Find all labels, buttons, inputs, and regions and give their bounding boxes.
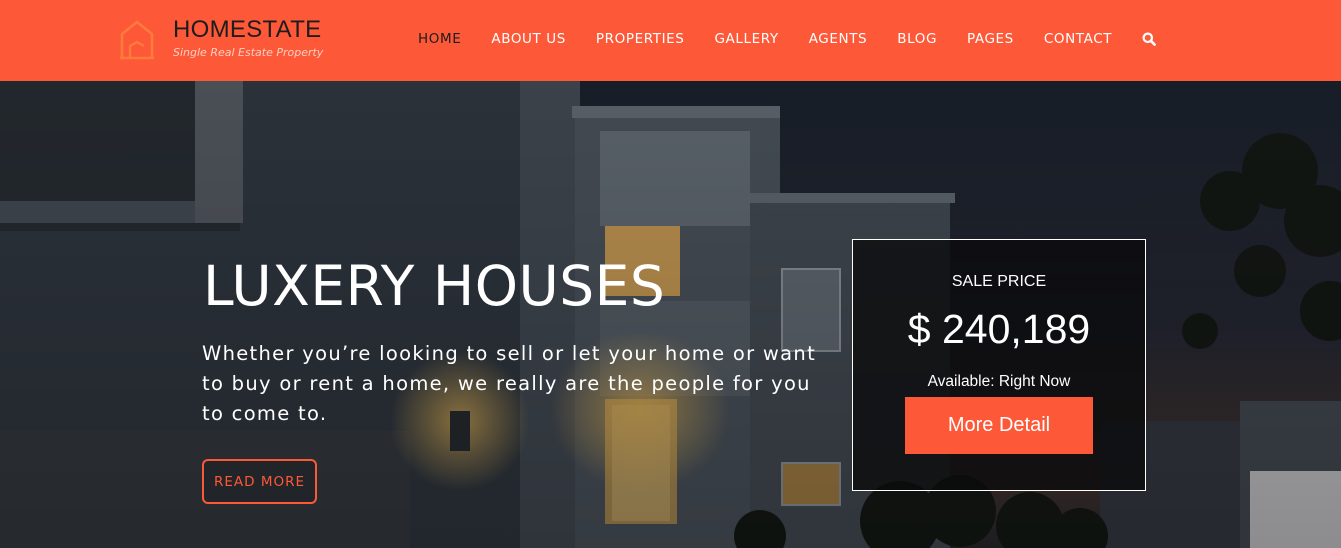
nav-item-properties[interactable]: PROPERTIES bbox=[596, 31, 685, 47]
nav-item-home[interactable]: HOME bbox=[418, 31, 461, 47]
nav-item-about-us[interactable]: ABOUT US bbox=[491, 31, 566, 47]
availability-text: Available: Right Now bbox=[927, 373, 1071, 390]
nav-item-agents[interactable]: AGENTS bbox=[809, 31, 868, 47]
nav-item-blog[interactable]: BLOG bbox=[897, 31, 937, 47]
more-detail-button[interactable]: More Detail bbox=[905, 397, 1093, 454]
price-card: SALE PRICE $ 240,189 Available: Right No… bbox=[852, 239, 1146, 491]
read-more-button[interactable]: READ MORE bbox=[202, 459, 317, 504]
sale-price-label: SALE PRICE bbox=[951, 273, 1047, 290]
nav-item-contact[interactable]: CONTACT bbox=[1044, 31, 1112, 47]
site-header: HOMESTATE Single Real Estate Property HO… bbox=[0, 0, 1341, 81]
house-outline-icon bbox=[120, 20, 154, 60]
brand-tagline: Single Real Estate Property bbox=[173, 46, 324, 59]
site-logo[interactable]: HOMESTATE Single Real Estate Property bbox=[118, 14, 338, 62]
hero-section: LUXERY HOUSES Whether you’re looking to … bbox=[0, 81, 1341, 548]
hero-description: Whether you’re looking to sell or let yo… bbox=[202, 342, 817, 425]
nav-item-pages[interactable]: PAGES bbox=[967, 31, 1014, 47]
price-value: $ 240,189 bbox=[907, 306, 1091, 352]
main-nav: HOME ABOUT US PROPERTIES GALLERY AGENTS … bbox=[418, 29, 1156, 49]
nav-item-gallery[interactable]: GALLERY bbox=[714, 31, 778, 47]
brand-name: HOMESTATE bbox=[173, 16, 322, 43]
search-icon[interactable] bbox=[1142, 32, 1156, 46]
hero-title: LUXERY HOUSES bbox=[203, 254, 666, 318]
